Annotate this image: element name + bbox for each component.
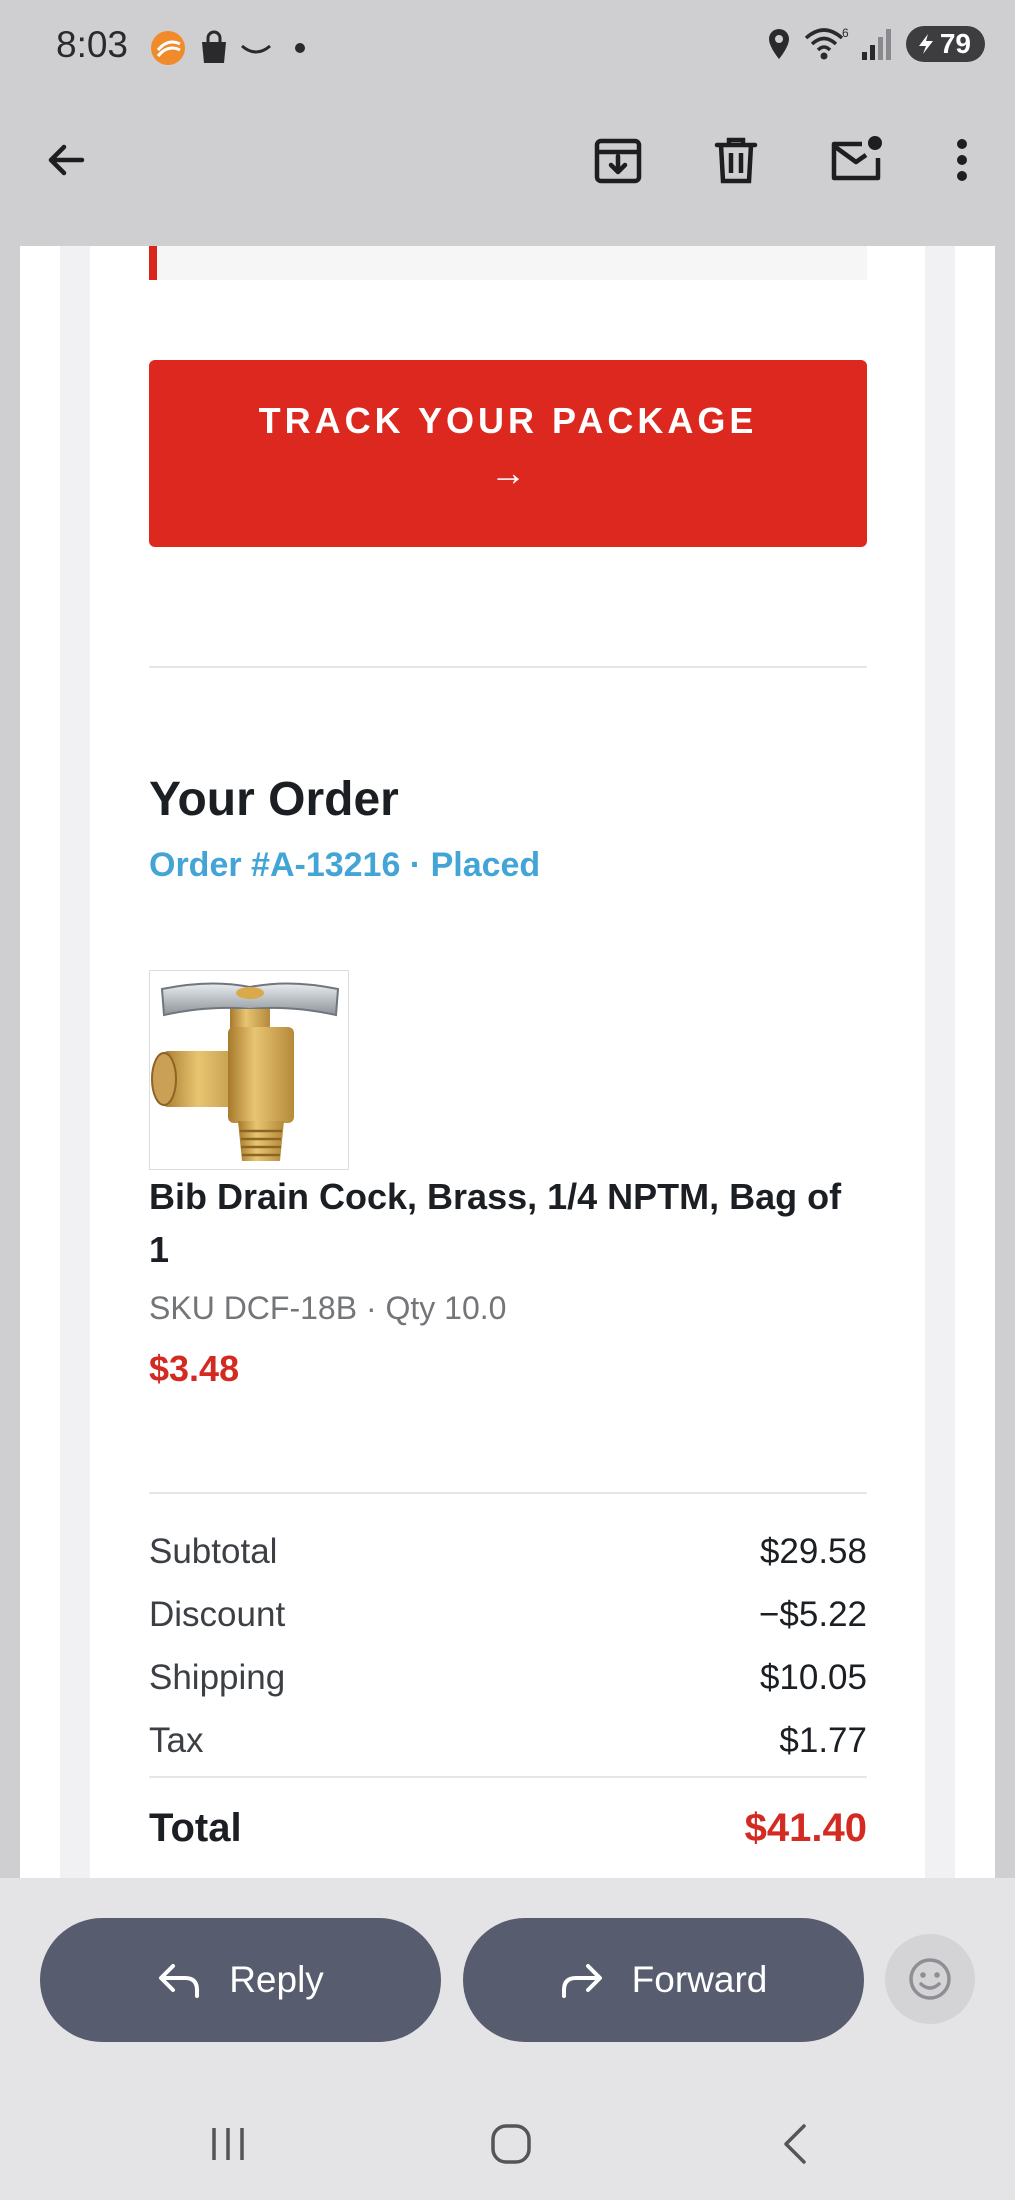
track-package-button[interactable]: TRACK YOUR PACKAGE → [149, 360, 867, 547]
back-arrow-icon [48, 144, 85, 176]
total-value: $41.40 [744, 1806, 867, 1850]
notification-dot-icon [295, 43, 305, 53]
wifi-icon: 6 [804, 26, 849, 60]
mark-unread-icon [831, 136, 882, 181]
product-price: $3.48 [149, 1348, 240, 1389]
order-title: Your Order [149, 773, 399, 826]
summary-row-discount: Discount −$5.22 [149, 1595, 867, 1635]
divider [149, 1492, 867, 1494]
system-back-button[interactable] [766, 2114, 826, 2174]
reply-button[interactable]: Reply [40, 1918, 441, 2042]
summary-row-total: Total $41.40 [149, 1806, 867, 1851]
back-button[interactable] [34, 128, 98, 192]
product-name[interactable]: Bib Drain Cock, Brass, 1/4 NPTM, Bag of … [149, 1170, 867, 1276]
status-bar: 8:03 6 79 [0, 0, 1015, 92]
summary-label: Tax [149, 1721, 204, 1760]
mark-unread-button[interactable] [824, 128, 888, 192]
recent-apps-icon [212, 2128, 244, 2160]
summary-row-tax: Tax $1.77 [149, 1721, 867, 1761]
smiley-icon [909, 1958, 951, 2000]
summary-value: $29.58 [759, 1532, 867, 1571]
emoji-reaction-button[interactable] [885, 1934, 975, 2024]
summary-label: Subtotal [149, 1532, 278, 1571]
delete-button[interactable] [704, 128, 768, 192]
total-label: Total [149, 1806, 242, 1850]
home-button[interactable] [481, 2114, 541, 2174]
system-navigation-bar [0, 2078, 1015, 2200]
more-options-button[interactable] [930, 128, 994, 192]
forward-icon [561, 1964, 602, 1998]
shopping-bag-icon [202, 30, 226, 63]
battery-indicator: 79 [905, 26, 985, 62]
summary-value: $10.05 [759, 1658, 867, 1697]
summary-value: $1.77 [779, 1721, 867, 1760]
summary-label: Shipping [149, 1658, 286, 1697]
forward-button[interactable]: Forward [463, 1918, 864, 2042]
order-number-link[interactable]: Order #A-13216 · Placed [149, 846, 540, 885]
more-vertical-icon [957, 139, 967, 181]
home-icon [491, 2124, 531, 2164]
reply-icon [159, 1964, 200, 1998]
brass-drain-cock-image [151, 982, 340, 1161]
reply-action-bar: Reply Forward [0, 1878, 1015, 2078]
wifi-label: 6 [842, 26, 849, 40]
archive-button[interactable] [586, 128, 650, 192]
product-sku-qty: SKU DCF-18B · Qty 10.0 [149, 1290, 507, 1326]
arrow-right-icon: → [490, 452, 526, 493]
recent-apps-button[interactable] [198, 2114, 258, 2174]
status-time: 8:03 [56, 24, 129, 65]
delete-icon [714, 137, 758, 184]
location-icon [768, 29, 789, 59]
battery-level: 79 [939, 28, 971, 59]
status-indicators: 6 79 [764, 26, 985, 62]
forward-label: Forward [631, 1959, 768, 2000]
email-margin-right [925, 246, 955, 1878]
email-toolbar [0, 92, 1015, 246]
divider [149, 1776, 867, 1778]
email-body[interactable]: TRACK YOUR PACKAGE → Your Order Order #A… [20, 246, 995, 1878]
chevron-left-icon [784, 2124, 806, 2164]
amazon-smile-icon [241, 44, 271, 54]
battery-charging-icon [918, 34, 933, 54]
summary-row-subtotal: Subtotal $29.58 [149, 1532, 867, 1572]
divider [149, 666, 867, 668]
email-margin-left [60, 246, 90, 1878]
reply-label: Reply [229, 1959, 324, 2000]
track-package-label: TRACK YOUR PACKAGE [258, 400, 758, 441]
summary-value: −$5.22 [758, 1595, 867, 1634]
app-notification-icon [151, 31, 185, 65]
summary-label: Discount [149, 1595, 286, 1634]
email-card: TRACK YOUR PACKAGE → Your Order Order #A… [90, 246, 925, 1878]
previous-section-strip [149, 246, 867, 280]
summary-row-shipping: Shipping $10.05 [149, 1658, 867, 1698]
archive-icon [594, 138, 642, 184]
product-image[interactable] [149, 970, 349, 1170]
signal-icon [861, 29, 891, 60]
